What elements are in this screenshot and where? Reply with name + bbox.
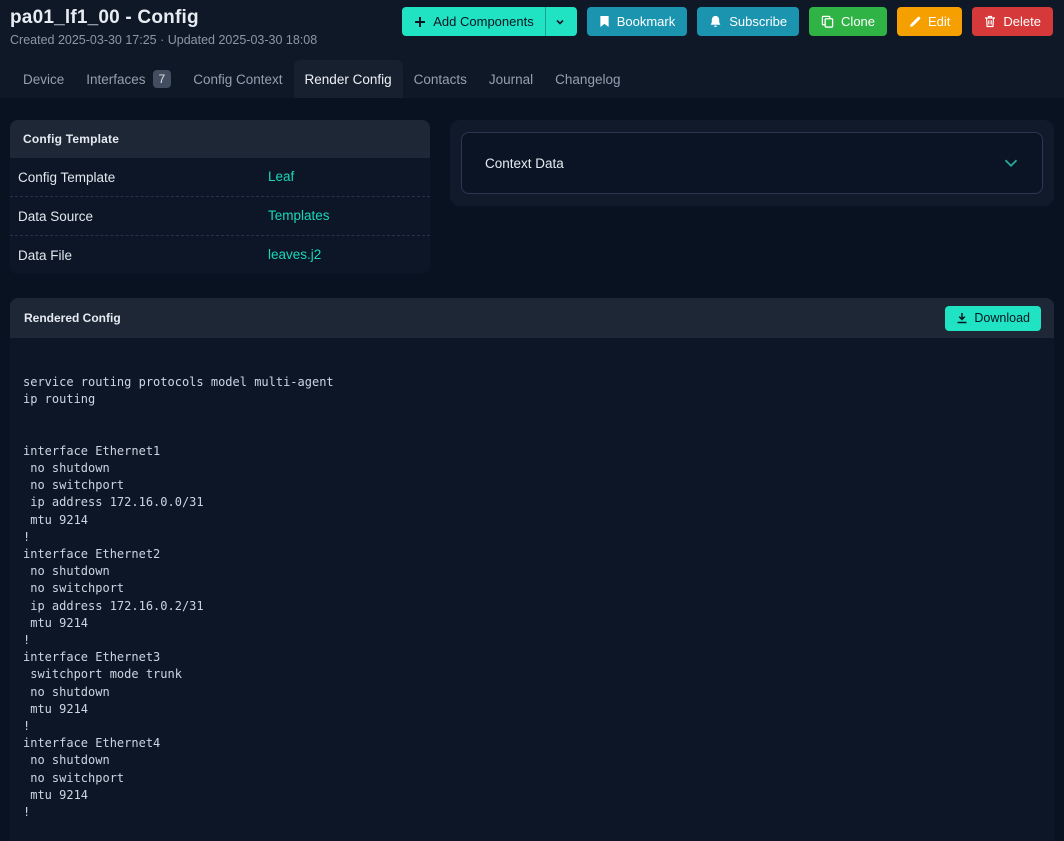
trash-icon xyxy=(985,15,996,28)
context-data-card: Context Data xyxy=(450,120,1054,206)
title-block: pa01_lf1_00 - Config Created 2025-03-30 … xyxy=(10,4,317,47)
clone-button[interactable]: Clone xyxy=(809,7,888,36)
table-row: Data Source Templates xyxy=(10,196,430,235)
table-row: Data File leaves.j2 xyxy=(10,235,430,274)
page-header: pa01_lf1_00 - Config Created 2025-03-30 … xyxy=(0,0,1064,98)
button-divider xyxy=(544,7,546,36)
attr-label-config-template: Config Template xyxy=(18,169,116,185)
table-row: Config Template Leaf xyxy=(10,158,430,196)
context-data-title: Context Data xyxy=(485,155,564,171)
clone-label: Clone xyxy=(841,14,876,29)
data-source-link[interactable]: Templates xyxy=(268,208,330,223)
plus-icon xyxy=(415,16,426,27)
attr-label-data-file: Data File xyxy=(18,247,73,263)
tab-bar: Device Interfaces 7 Config Context Rende… xyxy=(0,60,1064,98)
rendered-config-header: Rendered Config Download xyxy=(10,298,1054,338)
tab-device[interactable]: Device xyxy=(12,60,75,98)
copy-icon xyxy=(821,15,834,28)
rendered-config-card: Rendered Config Download service routing… xyxy=(10,298,1054,841)
config-template-card: Config Template Config Template Leaf Dat… xyxy=(10,120,430,274)
download-label: Download xyxy=(974,311,1030,325)
tab-contacts[interactable]: Contacts xyxy=(403,60,478,98)
action-buttons: Add Components Bookmark Subscribe Clone … xyxy=(402,7,1053,36)
delete-label: Delete xyxy=(1003,14,1041,29)
created-updated-timestamps: Created 2025-03-30 17:25 · Updated 2025-… xyxy=(10,33,318,47)
pencil-icon xyxy=(910,16,921,27)
edit-label: Edit xyxy=(928,14,951,29)
bell-icon xyxy=(710,15,721,28)
page-content: Config Template Config Template Leaf Dat… xyxy=(0,98,1064,841)
chevron-down-icon xyxy=(1004,159,1018,168)
interfaces-count-badge: 7 xyxy=(152,70,172,88)
subscribe-button[interactable]: Subscribe xyxy=(697,7,800,36)
page-title: pa01_lf1_00 - Config xyxy=(10,7,199,28)
tab-render-config[interactable]: Render Config xyxy=(293,60,403,98)
config-template-link[interactable]: Leaf xyxy=(268,169,294,184)
tab-journal[interactable]: Journal xyxy=(478,60,544,98)
config-template-card-title: Config Template xyxy=(10,120,430,158)
delete-button[interactable]: Delete xyxy=(972,7,1053,36)
tab-changelog[interactable]: Changelog xyxy=(544,60,631,98)
download-button[interactable]: Download xyxy=(945,305,1041,331)
data-file-link[interactable]: leaves.j2 xyxy=(268,247,321,262)
attr-label-data-source: Data Source xyxy=(18,208,94,224)
download-icon xyxy=(957,313,967,324)
add-components-label: Add Components xyxy=(433,14,534,29)
rendered-config-title: Rendered Config xyxy=(24,311,121,325)
chevron-down-icon[interactable] xyxy=(555,17,565,27)
subscribe-label: Subscribe xyxy=(729,14,788,29)
bookmark-button[interactable]: Bookmark xyxy=(586,7,688,36)
bookmark-label: Bookmark xyxy=(616,14,676,29)
tab-interfaces[interactable]: Interfaces 7 xyxy=(75,60,182,98)
tab-config-context[interactable]: Config Context xyxy=(182,60,293,98)
rendered-config-text: service routing protocols model multi-ag… xyxy=(23,375,334,820)
bookmark-icon xyxy=(600,16,609,27)
context-data-accordion[interactable]: Context Data xyxy=(461,132,1043,194)
edit-button[interactable]: Edit xyxy=(897,7,963,36)
add-components-button[interactable]: Add Components xyxy=(402,7,577,36)
